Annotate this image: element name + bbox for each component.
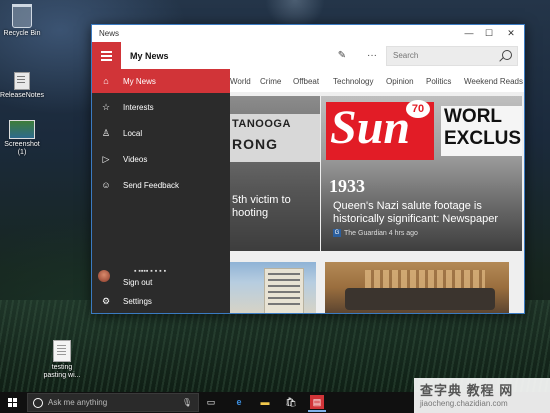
microphone-icon[interactable]: 🎙 [182,398,192,407]
photo-year-text: 1933 [329,176,365,196]
desktop-icon-label: Recycle Bin [3,30,41,37]
nav-item-label: Send Feedback [123,181,180,190]
watermark-text: 查字典 教程 网 [420,383,514,398]
nav-item-local[interactable]: ♙ Local [92,121,230,145]
nav-item-label: Interests [123,103,154,112]
star-list-icon: ☆ [101,102,111,112]
category-opinion[interactable]: Opinion [386,77,414,86]
article-tile-ruins[interactable] [325,262,509,313]
category-technology[interactable]: Technology [333,77,373,86]
cortana-icon [33,398,43,408]
more-options-button[interactable]: ··· [365,49,379,63]
store-icon[interactable]: 🛍 [284,395,298,409]
nav-item-settings[interactable]: ⚙ Settings [92,289,230,313]
desktop-icon-label: ReleaseNotes [0,92,44,99]
navigation-pane: ⌂ My News ☆ Interests ♙ Local ▷ Videos ☺… [92,69,230,313]
home-icon: ⌂ [103,76,109,86]
nav-item-videos[interactable]: ▷ Videos [92,147,230,171]
news-app-window: News — ☐ ✕ My News ✎ ··· World Crime Off… [91,24,525,314]
watermark-url: jiaocheng.chazidian.com [420,399,508,408]
masthead-text: Sun [330,101,411,154]
category-politics[interactable]: Politics [426,77,451,86]
article-headline: Queen's Nazi salute footage is historica… [333,200,499,225]
image-file-icon [9,120,35,139]
smiley-icon: ☺ [101,180,111,190]
desktop-icon-screenshot[interactable]: Screenshot (1) [0,120,44,157]
watermark: 查字典 教程 网 jiaocheng.chazidian.com [414,378,550,413]
article-image-vehicle [345,288,495,310]
minimize-button[interactable]: — [458,25,480,42]
page-title: My News [130,51,169,61]
windows-logo-icon [8,403,12,407]
text-file-icon [53,340,71,362]
source-logo-icon: G [333,229,341,237]
nav-item-label: My News [123,77,156,86]
cortana-search-box[interactable]: Ask me anything 🎙 [27,393,199,412]
play-icon: ▷ [102,154,110,164]
window-title: News [99,29,120,38]
search-box[interactable] [386,46,518,66]
article-tile-building[interactable] [230,262,316,313]
article-headline: 5th victim to hooting [232,194,291,219]
nav-item-my-news[interactable]: ⌂ My News [92,69,230,93]
hamburger-menu-button[interactable] [92,42,121,70]
hamburger-line [101,51,112,53]
nav-item-label: Local [123,129,143,138]
marquee-text: TANOOGA [232,118,291,130]
desktop-icon-releasenotes[interactable]: ReleaseNotes [0,72,44,100]
account-row[interactable]: ▪ ▪▪▪▪ ▪ ▪ ▪ ▪ Sign out [92,267,230,291]
search-input[interactable] [391,50,495,61]
category-crime[interactable]: Crime [260,77,281,86]
nav-item-label: Videos [123,155,148,164]
category-world[interactable]: World [230,77,251,86]
issue-number: 70 [406,100,430,118]
maximize-button[interactable]: ☐ [478,25,500,42]
file-explorer-icon[interactable]: ▬ [258,395,272,409]
cortana-placeholder: Ask me anything [48,398,108,407]
category-weekend-reads[interactable]: Weekend Reads [464,77,523,86]
windows-logo-icon [13,398,17,402]
desktop-icon-label: testing pasting wi... [43,364,81,379]
windows-logo-icon [8,398,12,402]
article-source: G The Guardian 4 hrs ago [333,229,418,237]
edge-icon[interactable]: e [232,395,246,409]
avatar [98,270,110,282]
article-tile-queen[interactable]: Sun 70 WORL EXCLUS 1933 Queen's Nazi sal… [321,96,522,251]
person-location-icon: ♙ [101,128,111,138]
desktop-icon-recycle-bin[interactable]: Recycle Bin [0,4,44,38]
desktop-icon-label: Screenshot (1) [4,141,40,156]
article-age: 4 hrs ago [388,229,418,237]
article-tile-shooting[interactable]: TANOOGA RONG 5th victim to hooting [230,96,320,251]
pencil-icon[interactable]: ✎ [335,49,349,63]
source-name: The Guardian [344,229,387,237]
hamburger-line [101,59,112,61]
windows-logo-icon [13,403,17,407]
window-titlebar[interactable]: News — ☐ ✕ [92,25,524,42]
close-button[interactable]: ✕ [500,25,522,42]
newspaper-masthead-image: Sun 70 [326,100,434,160]
marquee-text: RONG [232,136,278,152]
newspaper-headline-text: EXCLUS [444,128,522,149]
recycle-bin-icon [12,4,32,28]
article-image-ruins [365,270,485,288]
document-icon [14,72,30,90]
search-icon[interactable] [502,50,512,60]
nav-item-interests[interactable]: ☆ Interests [92,95,230,119]
desktop-icon-testing[interactable]: testing pasting wi... [40,340,84,380]
account-name: ▪ ▪▪▪▪ ▪ ▪ ▪ ▪ [134,268,167,275]
start-button[interactable] [0,392,26,413]
category-offbeat[interactable]: Offbeat [293,77,319,86]
newspaper-headline-text: WORL [444,106,503,127]
gear-icon: ⚙ [101,296,111,306]
task-view-icon[interactable]: ▭ [204,395,218,409]
sign-out-link[interactable]: Sign out [123,278,152,287]
article-image-building [264,268,304,313]
nav-item-label: Settings [123,297,152,306]
article-image-marquee: TANOOGA RONG [230,114,320,162]
nav-item-send-feedback[interactable]: ☺ Send Feedback [92,173,230,197]
news-app-icon[interactable]: ▤ [308,395,326,412]
newspaper-headline-image: WORL EXCLUS [441,106,522,156]
hamburger-line [101,55,112,57]
